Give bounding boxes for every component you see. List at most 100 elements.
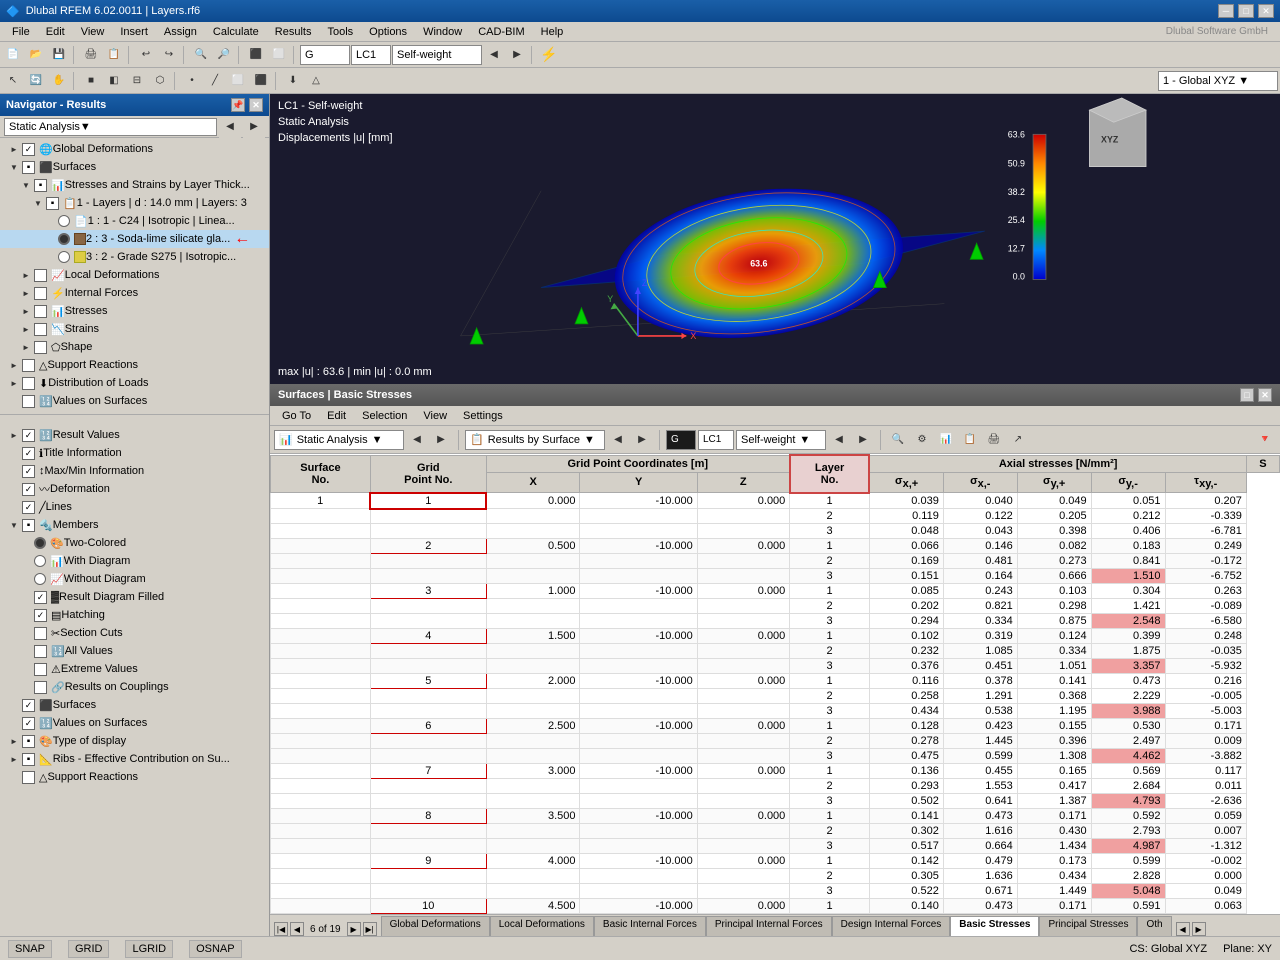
panel-btn-r1[interactable]: ◀: [607, 429, 629, 451]
menu-assign[interactable]: Assign: [156, 24, 205, 40]
coord-combo[interactable]: 1 - Global XYZ ▼: [1158, 71, 1278, 91]
tab-global-def[interactable]: Global Deformations: [381, 916, 490, 936]
menu-insert[interactable]: Insert: [112, 24, 156, 40]
osnap-btn[interactable]: OSNAP: [189, 940, 242, 958]
nav-item-two-colored[interactable]: 🎨 Two-Colored: [0, 534, 269, 552]
tab-local-def[interactable]: Local Deformations: [490, 916, 594, 936]
tab-principal-int-forces[interactable]: Principal Internal Forces: [706, 916, 832, 936]
tab-next-btn[interactable]: ▶: [347, 922, 361, 936]
nav-item-surfaces2[interactable]: ⬛ Surfaces: [0, 696, 269, 714]
cb-lines[interactable]: [22, 501, 35, 514]
cb-section-cuts[interactable]: [34, 627, 47, 640]
nav-next-btn[interactable]: ▶: [243, 116, 265, 138]
line-btn[interactable]: ╱: [204, 70, 226, 92]
run-btn[interactable]: ⚡: [538, 44, 560, 66]
menu-file[interactable]: File: [4, 24, 38, 40]
support-btn[interactable]: △: [305, 70, 327, 92]
cb-dist-loads[interactable]: [22, 377, 35, 390]
cb-members[interactable]: [22, 519, 35, 532]
vol-btn[interactable]: ⬛: [250, 70, 272, 92]
cb-result-filled[interactable]: [34, 591, 47, 604]
panel-icon4[interactable]: 📋: [959, 429, 981, 451]
print2-btn[interactable]: 📋: [103, 44, 125, 66]
nav-item-dist-loads[interactable]: ► ⬇ Distribution of Loads: [0, 374, 269, 392]
pan-btn[interactable]: ✋: [48, 70, 70, 92]
nav-item-values-on-surf[interactable]: 🔢 Values on Surfaces: [0, 714, 269, 732]
panel-menu-view[interactable]: View: [415, 408, 455, 424]
nav-item-with-diagram[interactable]: 📊 With Diagram: [0, 552, 269, 570]
nav-item-extreme-values[interactable]: ⚠ Extreme Values: [0, 660, 269, 678]
panel-maximize-btn[interactable]: □: [1240, 388, 1254, 402]
nav-close-btn[interactable]: ✕: [249, 98, 263, 112]
exp-result-values[interactable]: ►: [8, 429, 20, 441]
expander-layer1[interactable]: ▼: [32, 197, 44, 209]
radio-l2c2[interactable]: [58, 233, 70, 245]
tab-last-btn[interactable]: ▶|: [363, 922, 377, 936]
restore-button[interactable]: □: [1238, 4, 1254, 18]
panel-filter-btn[interactable]: 🔻: [1254, 429, 1276, 451]
select-btn[interactable]: ↖: [2, 70, 24, 92]
exp-dist-loads[interactable]: ►: [8, 377, 20, 389]
panel-icon5[interactable]: 🖨: [983, 429, 1005, 451]
panel-btn-r2[interactable]: ▶: [631, 429, 653, 451]
exp-int-forces[interactable]: ►: [20, 287, 32, 299]
cb-values-surf[interactable]: [22, 395, 35, 408]
panel-icon6[interactable]: ↗: [1007, 429, 1029, 451]
snap-btn[interactable]: SNAP: [8, 940, 52, 958]
nav-item-l3c3[interactable]: ► 3 : 2 - Grade S275 | Isotropic...: [0, 248, 269, 266]
iso-view[interactable]: ⬡: [149, 70, 171, 92]
cb-ribs[interactable]: [22, 753, 35, 766]
analysis-type-combo[interactable]: Static Analysis ▼: [4, 118, 217, 136]
cb-support-react2[interactable]: [22, 771, 35, 784]
menu-tools[interactable]: Tools: [319, 24, 361, 40]
menu-results[interactable]: Results: [267, 24, 320, 40]
nav-item-hatching[interactable]: ▤ Hatching: [0, 606, 269, 624]
lc-type-combo[interactable]: G: [300, 45, 350, 65]
cb-maxmin[interactable]: [22, 465, 35, 478]
panel-icon2[interactable]: ⚙: [911, 429, 933, 451]
nav-item-deformation[interactable]: 〰 Deformation: [0, 480, 269, 498]
nav-item-local-def[interactable]: ► 📈 Local Deformations: [0, 266, 269, 284]
radio-with-diagram[interactable]: [34, 555, 46, 567]
results-by-combo[interactable]: 📋 Results by Surface ▼: [465, 430, 605, 450]
prev-lc[interactable]: ◀: [483, 44, 505, 66]
cb-type-display[interactable]: [22, 735, 35, 748]
panel-menu-goto[interactable]: Go To: [274, 408, 319, 424]
next-lc[interactable]: ▶: [506, 44, 528, 66]
expander-stresses[interactable]: ▼: [20, 179, 32, 191]
cb-strains[interactable]: [34, 323, 47, 336]
nav-item-type-display[interactable]: ► 🎨 Type of display: [0, 732, 269, 750]
panel-icon3[interactable]: 📊: [935, 429, 957, 451]
exp-strains[interactable]: ►: [20, 323, 32, 335]
cb-support-react[interactable]: [22, 359, 35, 372]
tab-scroll-left[interactable]: ◀: [1176, 922, 1190, 936]
nav-item-without-diagram[interactable]: 📈 Without Diagram: [0, 570, 269, 588]
nav-item-results-couplings[interactable]: 🔗 Results on Couplings: [0, 678, 269, 696]
menu-options[interactable]: Options: [361, 24, 415, 40]
nav-item-support-react2[interactable]: △ Support Reactions: [0, 768, 269, 786]
exp-stresses2[interactable]: ►: [20, 305, 32, 317]
redo-btn[interactable]: ↪: [158, 44, 180, 66]
cb-stresses[interactable]: [34, 179, 47, 192]
nav-item-l1c1[interactable]: ► 📄 1 : 1 - C24 | Isotropic | Linea...: [0, 212, 269, 230]
cb-hatching[interactable]: [34, 609, 47, 622]
load-btn[interactable]: ⬇: [282, 70, 304, 92]
exp-shape[interactable]: ►: [20, 341, 32, 353]
radio-l1c1[interactable]: [58, 215, 70, 227]
exp-type-display[interactable]: ►: [8, 735, 20, 747]
save-btn[interactable]: 💾: [48, 44, 70, 66]
panel-prev-btn[interactable]: ◀: [406, 429, 428, 451]
nav-item-all-values[interactable]: 🔢 All Values: [0, 642, 269, 660]
nav-item-stresses2[interactable]: ► 📊 Stresses: [0, 302, 269, 320]
cb-stresses2[interactable]: [34, 305, 47, 318]
exp-local-def[interactable]: ►: [20, 269, 32, 281]
radio-l3c3[interactable]: [58, 251, 70, 263]
nav-item-result-filled[interactable]: ▓ Result Diagram Filled: [0, 588, 269, 606]
lc-name-combo[interactable]: Self-weight: [392, 45, 482, 65]
tab-first-btn[interactable]: |◀: [274, 922, 288, 936]
tab-other[interactable]: Oth: [1137, 916, 1171, 936]
tab-prev-btn[interactable]: ◀: [290, 922, 304, 936]
cb-local-def[interactable]: [34, 269, 47, 282]
lgrid-btn[interactable]: LGRID: [125, 940, 173, 958]
undo-btn[interactable]: ↩: [135, 44, 157, 66]
